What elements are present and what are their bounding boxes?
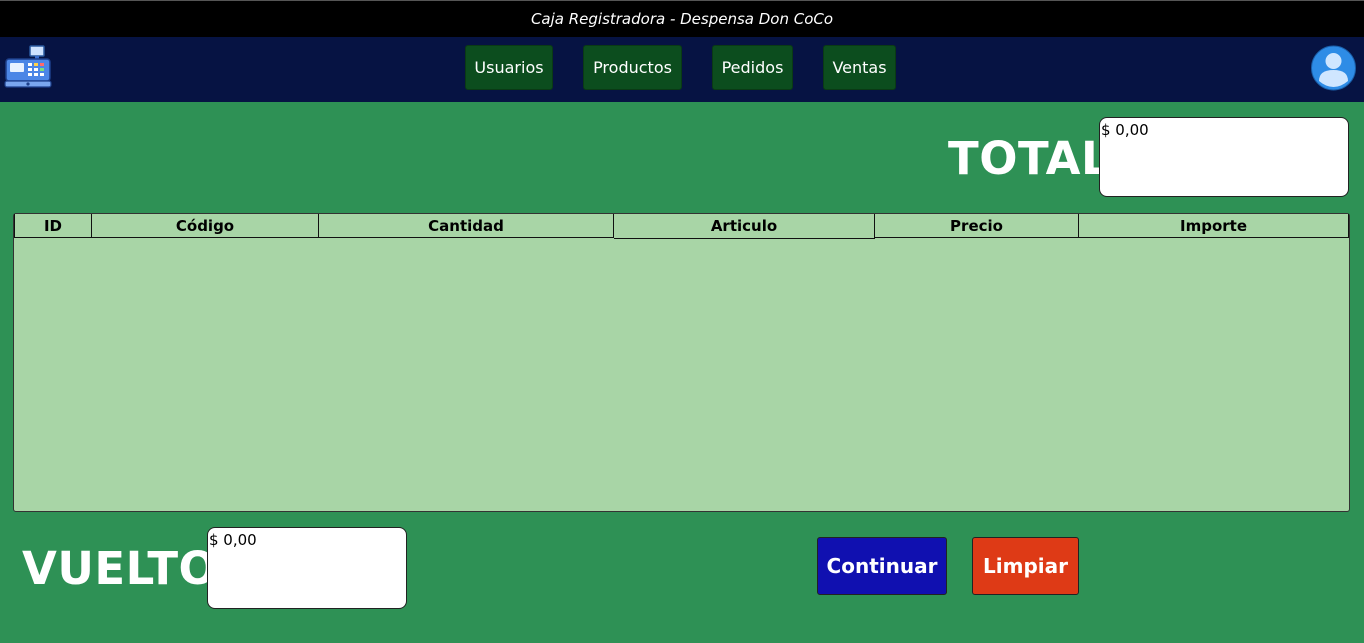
limpiar-button[interactable]: Limpiar [972,537,1079,595]
top-navbar: Usuarios Productos Pedidos Ventas [0,37,1364,102]
column-header-precio[interactable]: Precio [875,214,1079,238]
total-label: TOTAL [948,132,1111,185]
column-header-cantidad[interactable]: Cantidad [319,214,614,238]
vuelto-label: VUELTO [22,542,218,595]
nav-ventas-button[interactable]: Ventas [823,45,896,90]
continuar-button[interactable]: Continuar [817,537,947,595]
nav-productos-button[interactable]: Productos [583,45,682,90]
column-header-codigo[interactable]: Código [92,214,319,238]
total-field: $ 0,00 [1099,117,1349,197]
vuelto-field: $ 0,00 [207,527,407,609]
window-title: Caja Registradora - Despensa Don CoCo [530,10,834,28]
window-title-bar: Caja Registradora - Despensa Don CoCo [0,0,1364,37]
sales-table[interactable]: ID Código Cantidad Articulo Precio Impor… [13,213,1350,512]
user-avatar-icon[interactable] [1310,45,1357,91]
column-header-importe[interactable]: Importe [1079,214,1349,238]
nav-usuarios-button[interactable]: Usuarios [465,45,553,90]
cash-register-icon [4,44,52,90]
nav-pedidos-button[interactable]: Pedidos [712,45,793,90]
column-header-id[interactable]: ID [14,214,92,238]
column-header-articulo[interactable]: Articulo [614,214,875,239]
